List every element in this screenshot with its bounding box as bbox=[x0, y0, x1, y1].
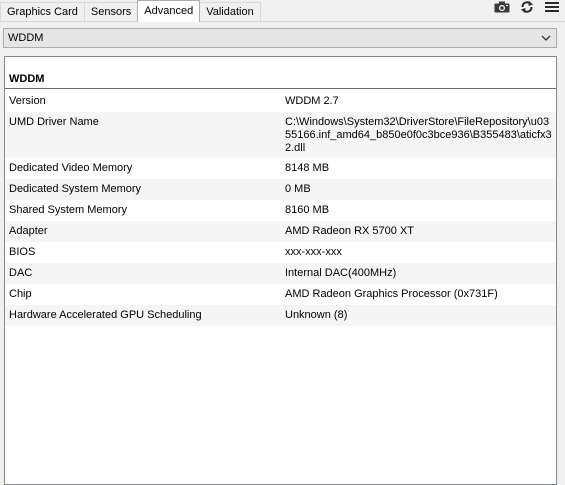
category-dropdown[interactable]: WDDM bbox=[3, 28, 557, 48]
property-label: BIOS bbox=[9, 246, 36, 258]
property-row-chip: Chip AMD Radeon Graphics Processor (0x73… bbox=[5, 284, 556, 305]
tab-advanced[interactable]: Advanced bbox=[137, 0, 201, 22]
property-label: Chip bbox=[9, 288, 32, 300]
property-value: 8160 MB bbox=[285, 204, 330, 216]
property-value: Unknown (8) bbox=[285, 309, 348, 321]
property-label: Version bbox=[9, 95, 46, 107]
property-value: AMD Radeon RX 5700 XT bbox=[285, 225, 415, 237]
gpu-info-window: Graphics Card Sensors Advanced Validatio… bbox=[0, 0, 565, 485]
property-value: 0 MB bbox=[285, 183, 311, 195]
property-row-hardware-accelerated-gpu-scheduling: Hardware Accelerated GPU Scheduling Unkn… bbox=[5, 305, 556, 326]
property-row-umd-driver-name: UMD Driver Name C:\Windows\System32\Driv… bbox=[5, 112, 556, 158]
property-label: Hardware Accelerated GPU Scheduling bbox=[9, 309, 202, 321]
property-label: Adapter bbox=[9, 225, 48, 237]
toolbar bbox=[494, 0, 560, 14]
property-row-shared-system-memory: Shared System Memory 8160 MB bbox=[5, 200, 556, 221]
section-title: WDDM bbox=[9, 73, 45, 85]
chevron-down-icon bbox=[540, 31, 552, 45]
tab-bar: Graphics Card Sensors Advanced Validatio… bbox=[0, 0, 565, 22]
refresh-icon[interactable] bbox=[519, 0, 535, 14]
details-panel: WDDM Version WDDM 2.7 UMD Driver Name C:… bbox=[4, 56, 557, 485]
property-row-dedicated-video-memory: Dedicated Video Memory 8148 MB bbox=[5, 158, 556, 179]
property-row-version: Version WDDM 2.7 bbox=[5, 91, 556, 112]
tab-validation[interactable]: Validation bbox=[199, 2, 261, 22]
tab-graphics-card[interactable]: Graphics Card bbox=[0, 2, 85, 22]
property-value: 8148 MB bbox=[285, 162, 330, 174]
tab-strip: Graphics Card Sensors Advanced Validatio… bbox=[0, 0, 261, 22]
property-value: C:\Windows\System32\DriverStore\FileRepo… bbox=[285, 116, 552, 154]
property-row-dac: DAC Internal DAC(400MHz) bbox=[5, 263, 556, 284]
property-label: Dedicated Video Memory bbox=[9, 162, 133, 174]
property-row-dedicated-system-memory: Dedicated System Memory 0 MB bbox=[5, 179, 556, 200]
property-label: DAC bbox=[9, 267, 33, 279]
property-row-bios: BIOS xxx-xxx-xxx bbox=[5, 242, 556, 263]
property-list: Version WDDM 2.7 UMD Driver Name C:\Wind… bbox=[5, 91, 556, 326]
property-value: xxx-xxx-xxx bbox=[285, 246, 342, 258]
property-value: WDDM 2.7 bbox=[285, 95, 339, 107]
tab-divider bbox=[0, 21, 565, 22]
property-value: Internal DAC(400MHz) bbox=[285, 267, 397, 279]
section-header: WDDM bbox=[5, 69, 556, 89]
tab-sensors[interactable]: Sensors bbox=[83, 2, 139, 22]
camera-icon[interactable] bbox=[494, 0, 510, 14]
property-value: AMD Radeon Graphics Processor (0x731F) bbox=[285, 288, 498, 300]
property-label: Dedicated System Memory bbox=[9, 183, 142, 195]
property-label: Shared System Memory bbox=[9, 204, 127, 216]
property-label: UMD Driver Name bbox=[9, 116, 99, 128]
dropdown-selected-value: WDDM bbox=[8, 32, 44, 44]
property-row-adapter: Adapter AMD Radeon RX 5700 XT bbox=[5, 221, 556, 242]
menu-icon[interactable] bbox=[544, 0, 560, 14]
